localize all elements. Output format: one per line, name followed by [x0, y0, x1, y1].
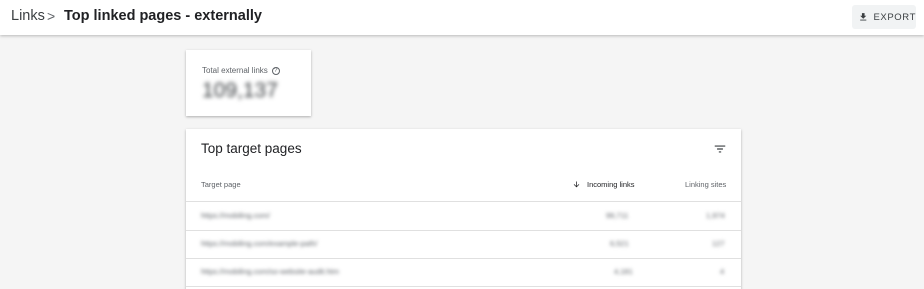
row-divider [186, 258, 741, 259]
row-divider [186, 230, 741, 231]
export-label: EXPORT [873, 11, 916, 23]
column-header-target-page[interactable]: Target page [201, 180, 241, 189]
row-1-incoming-links: 99,711 [606, 211, 629, 220]
top-app-bar: Links > Top linked pages - externally EX… [0, 0, 924, 35]
filter-icon[interactable] [713, 142, 727, 156]
row-3-target-page[interactable]: https://mobiling.com/so-website-audit.ht… [201, 267, 339, 276]
total-external-links-card: Total external links ? 109,137 [186, 50, 311, 116]
row-2-linking-sites: 127 [712, 239, 725, 248]
stat-label-row: Total external links ? [202, 66, 280, 75]
top-target-pages-card: Top target pages Target page Incoming li… [186, 129, 741, 289]
row-2-incoming-links: 6,521 [610, 239, 629, 248]
stat-label: Total external links [202, 66, 268, 75]
column-header-incoming-links[interactable]: Incoming links [572, 180, 635, 189]
row-3-incoming-links: 4,181 [614, 267, 633, 276]
row-1-target-page[interactable]: https://mobiling.com/ [201, 211, 270, 220]
column-header-linking-sites[interactable]: Linking sites [685, 180, 726, 189]
header-divider [186, 201, 741, 202]
row-1-linking-sites: 1,974 [706, 211, 725, 220]
export-button[interactable]: EXPORT [852, 5, 916, 29]
stat-value: 109,137 [202, 79, 278, 102]
breadcrumb-separator: > [47, 8, 56, 24]
row-2-target-page[interactable]: https://mobiling.com/example-path/ [201, 239, 317, 248]
table-title: Top target pages [201, 141, 302, 156]
page-title: Top linked pages - externally [64, 8, 262, 24]
incoming-links-label: Incoming links [587, 180, 635, 189]
download-icon [860, 13, 867, 21]
row-3-linking-sites: 4 [720, 267, 725, 276]
row-divider [186, 286, 741, 287]
help-circle-icon[interactable]: ? [271, 66, 280, 75]
arrow-down-icon [573, 181, 580, 188]
breadcrumb-links[interactable]: Links [11, 8, 45, 24]
